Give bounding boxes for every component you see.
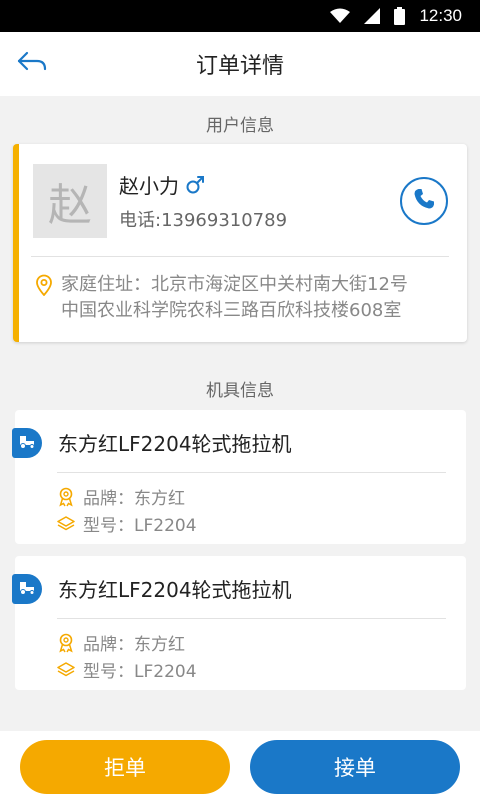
machine-divider	[57, 472, 446, 473]
user-section-title: 用户信息	[206, 116, 274, 136]
user-name-row: 赵小力	[119, 170, 205, 199]
brand-icon	[57, 633, 83, 653]
tractor-icon	[18, 579, 36, 599]
layers-icon	[57, 515, 83, 533]
accept-button[interactable]: 接单	[250, 740, 460, 794]
status-bar: 12:30	[0, 0, 480, 32]
model-text: 型号：LF2204	[83, 516, 197, 536]
address-line-2: 中国农业科学院农科三路百欣科技楼608室	[61, 300, 402, 321]
model-text: 型号：LF2204	[83, 662, 197, 682]
machine-card[interactable]: 东方红LF2204轮式拖拉机 品牌：东方红 型号：LF2204	[12, 556, 466, 690]
phone-icon	[412, 187, 436, 215]
brand-row: 品牌：东方红	[57, 484, 185, 509]
model-row: 型号：LF2204	[57, 511, 197, 536]
location-icon	[35, 272, 61, 324]
call-button[interactable]	[400, 177, 448, 225]
brand-text: 品牌：东方红	[83, 489, 185, 509]
address-line-1: 家庭住址：北京市海淀区中关村南大街12号	[61, 274, 408, 295]
avatar: 赵	[33, 164, 107, 238]
male-icon	[185, 175, 205, 195]
layers-icon	[57, 661, 83, 679]
status-time: 12:30	[419, 6, 462, 25]
reject-button[interactable]: 拒单	[20, 740, 230, 794]
brand-text: 品牌：东方红	[83, 635, 185, 655]
model-row: 型号：LF2204	[57, 657, 197, 682]
user-name: 赵小力	[119, 174, 179, 198]
machine-name: 东方红LF2204轮式拖拉机	[58, 578, 292, 602]
back-arrow-icon	[17, 51, 47, 77]
wifi-icon	[330, 8, 351, 24]
page-title: 订单详情	[195, 54, 284, 79]
user-card: 赵 赵小力 电话:13969310789 家庭住址：北京市海淀区中关村南大街12…	[13, 144, 467, 342]
brand-icon	[57, 487, 83, 507]
tractor-badge	[12, 574, 42, 604]
machine-section-title: 机具信息	[206, 381, 274, 401]
tractor-badge	[12, 428, 42, 458]
card-divider	[31, 256, 449, 257]
tractor-icon	[18, 433, 36, 453]
machine-name: 东方红LF2204轮式拖拉机	[58, 432, 292, 456]
bottom-action-bar: 拒单 接单	[0, 731, 480, 800]
app-bar: 订单详情	[0, 32, 480, 96]
battery-icon	[394, 7, 406, 25]
machine-divider	[57, 618, 446, 619]
user-phone: 电话:13969310789	[119, 210, 288, 231]
brand-row: 品牌：东方红	[57, 630, 185, 655]
back-button[interactable]	[12, 46, 52, 82]
address: 家庭住址：北京市海淀区中关村南大街12号 中国农业科学院农科三路百欣科技楼608…	[35, 272, 455, 324]
machine-card[interactable]: 东方红LF2204轮式拖拉机 品牌：东方红 型号：LF2204	[12, 410, 466, 544]
signal-icon	[364, 8, 381, 24]
